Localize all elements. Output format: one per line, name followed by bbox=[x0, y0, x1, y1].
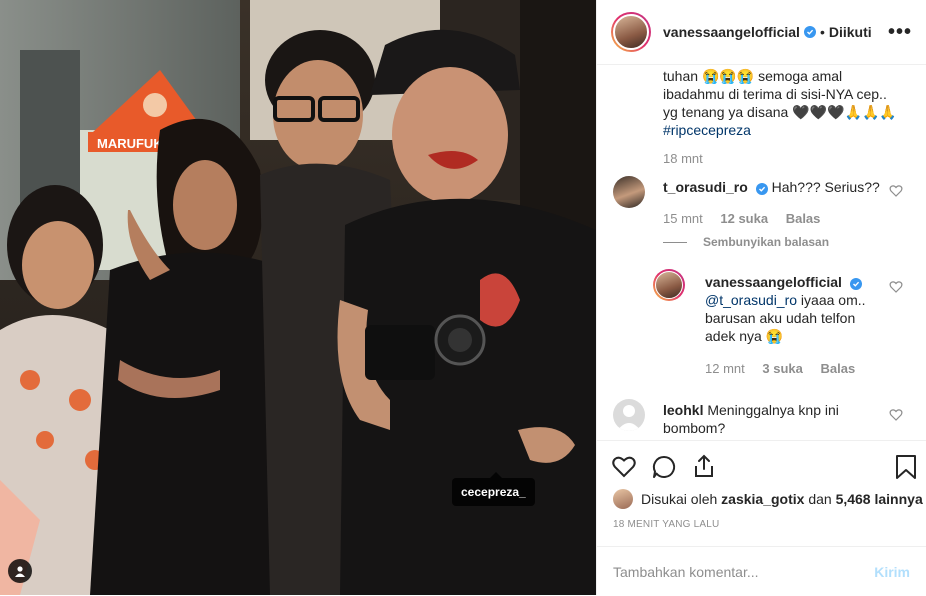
post-photo[interactable]: MARUFUK cecepreza_ bbox=[0, 0, 596, 595]
reply-mention[interactable]: @t_orasudi_ro bbox=[705, 292, 797, 308]
commenter-avatar[interactable] bbox=[613, 176, 645, 208]
comments-list[interactable]: tuhan 😭😭😭 semoga amal ibadahmu di terima… bbox=[597, 65, 926, 440]
like-reply-heart-icon[interactable] bbox=[889, 280, 903, 294]
like-comment-heart-icon[interactable] bbox=[889, 184, 903, 198]
hide-replies-button[interactable]: Sembunyikan balasan bbox=[663, 235, 829, 249]
caption-emoji-cry: 😭😭😭 bbox=[701, 68, 755, 84]
post-header: vanessaangelofficial • Diikuti ••• bbox=[597, 0, 926, 65]
verified-badge-icon bbox=[803, 26, 816, 38]
post-timestamp[interactable]: 18 MENIT YANG LALU bbox=[613, 519, 719, 530]
caption-hashtag[interactable]: #ripcecepreza bbox=[663, 122, 751, 138]
comment-input[interactable] bbox=[613, 563, 875, 580]
liked-count[interactable]: 5,468 lainnya bbox=[836, 491, 923, 507]
share-icon[interactable] bbox=[691, 453, 717, 479]
caption-time: 18 mnt bbox=[663, 151, 703, 166]
reply-username[interactable]: vanessaangelofficial bbox=[705, 274, 842, 290]
add-comment-bar: Kirim bbox=[597, 546, 926, 596]
save-bookmark-icon[interactable] bbox=[893, 454, 919, 480]
author-username[interactable]: vanessaangelofficial bbox=[663, 24, 800, 40]
store-sign-text: MARUFUK bbox=[97, 136, 163, 151]
post-actions: Disukai oleh zaskia_gotix dan 5,468 lain… bbox=[597, 440, 926, 595]
more-options-icon[interactable]: ••• bbox=[888, 22, 912, 42]
liked-by-and: dan bbox=[808, 491, 832, 507]
comment-item: t_orasudi_ro Hah??? Serius?? bbox=[663, 178, 883, 196]
liked-by-prefix: Disukai oleh bbox=[641, 491, 718, 507]
author-avatar[interactable] bbox=[611, 12, 651, 52]
reply-avatar[interactable] bbox=[653, 269, 685, 301]
reply-button[interactable]: Balas bbox=[786, 211, 821, 226]
comment-meta: 15 mnt 12 suka Balas bbox=[663, 211, 820, 226]
comment-item: leohkl Meninggalnya knp ini bombom? bbox=[663, 401, 883, 437]
default-avatar-icon[interactable] bbox=[613, 399, 645, 431]
reply-likes[interactable]: 3 suka bbox=[762, 361, 802, 376]
reply-time: 12 mnt bbox=[705, 361, 745, 376]
reply-reply-button[interactable]: Balas bbox=[820, 361, 855, 376]
comment-time: 15 mnt bbox=[663, 211, 703, 226]
reply-meta: 12 mnt 3 suka Balas bbox=[705, 361, 855, 376]
reply-emoji: 😭 bbox=[765, 328, 784, 344]
comment-likes[interactable]: 12 suka bbox=[720, 211, 768, 226]
photo-user-tag[interactable]: cecepreza_ bbox=[452, 472, 535, 506]
liked-by-summary: Disukai oleh zaskia_gotix dan 5,468 lain… bbox=[613, 489, 923, 509]
comment-username[interactable]: t_orasudi_ro bbox=[663, 179, 748, 195]
liker-avatar[interactable] bbox=[613, 489, 633, 509]
post-side-panel: vanessaangelofficial • Diikuti ••• tuhan… bbox=[596, 0, 926, 595]
header-separator: • bbox=[819, 24, 825, 40]
liked-by-user[interactable]: zaskia_gotix bbox=[721, 491, 804, 507]
post-comment-button[interactable]: Kirim bbox=[874, 564, 910, 580]
caption-emoji-hearts: 🖤🖤🖤🙏🙏🙏 bbox=[792, 104, 897, 120]
like-comment-heart-icon[interactable] bbox=[889, 408, 903, 422]
comment-bubble-icon[interactable] bbox=[651, 454, 677, 480]
caption-line1: tuhan bbox=[663, 68, 699, 84]
caption-text: tuhan 😭😭😭 semoga amal ibadahmu di terima… bbox=[663, 67, 903, 139]
tagged-users-button[interactable] bbox=[8, 559, 32, 583]
verified-badge-icon bbox=[849, 278, 862, 290]
like-heart-icon[interactable] bbox=[611, 454, 637, 480]
comment-username[interactable]: leohkl bbox=[663, 402, 703, 418]
follow-button[interactable]: Diikuti bbox=[829, 24, 872, 40]
hide-replies-label: Sembunyikan balasan bbox=[703, 235, 830, 249]
user-icon bbox=[15, 566, 25, 577]
verified-badge-icon bbox=[755, 183, 768, 195]
comment-text: Hah??? Serius?? bbox=[771, 179, 880, 195]
reply-item: vanessaangelofficial @t_orasudi_ro iyaaa… bbox=[705, 273, 875, 345]
